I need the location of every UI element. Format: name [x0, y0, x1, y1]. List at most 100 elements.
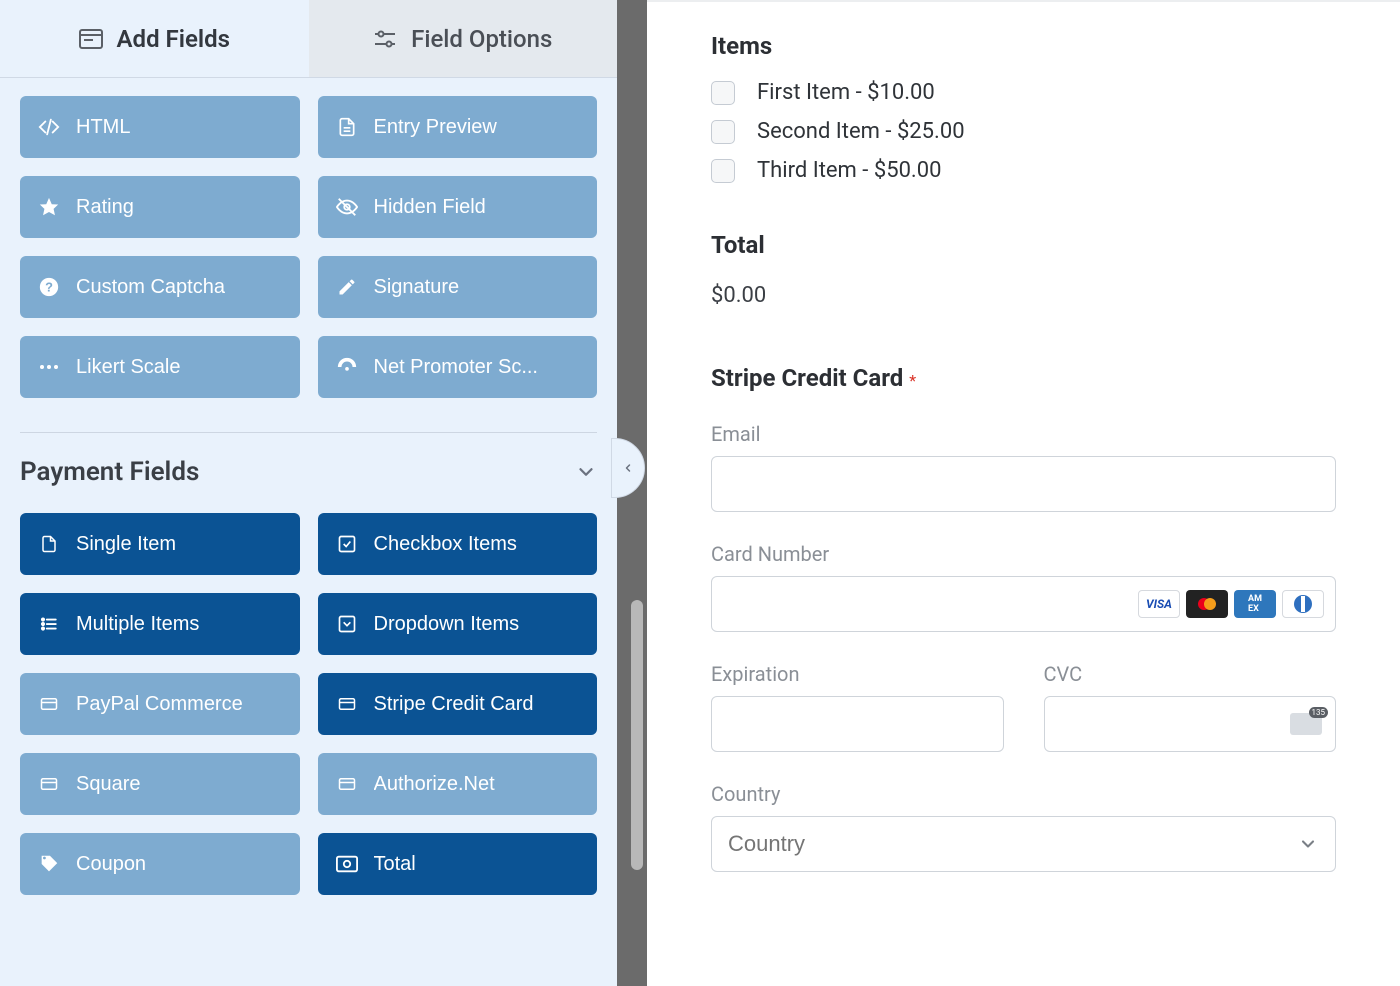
- chevron-down-icon: [575, 461, 597, 483]
- field-button[interactable]: HTML: [20, 96, 300, 158]
- dots-icon: [38, 356, 60, 378]
- tab-add-fields[interactable]: Add Fields: [0, 0, 309, 77]
- field-button[interactable]: PayPal Commerce: [20, 673, 300, 735]
- amex-icon: AMEX: [1234, 590, 1276, 618]
- field-button-label: PayPal Commerce: [76, 693, 243, 716]
- field-button-label: Coupon: [76, 853, 146, 876]
- divider: [20, 432, 597, 433]
- tab-field-options-label: Field Options: [411, 25, 552, 53]
- exp-cvc-row: Expiration CVC: [711, 632, 1336, 752]
- builder-sidebar: Add Fields Field Options HTML Entry Previ…: [0, 0, 617, 986]
- item-checkbox[interactable]: [711, 159, 735, 183]
- field-button-label: Total: [374, 853, 416, 876]
- visa-icon: VISA: [1138, 590, 1180, 618]
- sidebar-body: HTML Entry Preview Rating Hidden Field? Cust…: [0, 78, 617, 986]
- scrollbar-thumb[interactable]: [631, 600, 643, 870]
- fancy-fields-grid: HTML Entry Preview Rating Hidden Field? Cust…: [20, 96, 597, 398]
- item-checkbox[interactable]: [711, 120, 735, 144]
- card-icon: [336, 773, 358, 795]
- field-button[interactable]: Total: [318, 833, 598, 895]
- diners-icon: [1282, 590, 1324, 618]
- field-button-label: Square: [76, 773, 141, 796]
- items-heading: Items: [711, 32, 1336, 60]
- field-button[interactable]: Checkbox Items: [318, 513, 598, 575]
- field-button[interactable]: Multiple Items: [20, 593, 300, 655]
- form-preview: Items First Item - $10.00 Second Item - $…: [647, 0, 1400, 986]
- svg-text:?: ?: [45, 280, 53, 295]
- item-checkbox[interactable]: [711, 81, 735, 105]
- field-button[interactable]: Single Item: [20, 513, 300, 575]
- field-button-label: Net Promoter Sc...: [374, 356, 539, 379]
- file-icon: [38, 533, 60, 555]
- field-button-label: Hidden Field: [374, 196, 486, 219]
- country-select[interactable]: [711, 816, 1336, 872]
- cvc-wrap: [1044, 696, 1337, 752]
- gauge-icon: [336, 356, 358, 378]
- cvc-card-icon: [1290, 713, 1322, 735]
- expiration-label: Expiration: [711, 662, 1004, 686]
- card-icon: [38, 773, 60, 795]
- field-button[interactable]: Authorize.Net: [318, 753, 598, 815]
- field-button-label: Rating: [76, 196, 134, 219]
- field-button-label: Likert Scale: [76, 356, 181, 379]
- tab-field-options[interactable]: Field Options: [309, 0, 618, 77]
- total-amount: $0.00: [711, 283, 1336, 308]
- field-button-label: HTML: [76, 116, 130, 139]
- cvc-label: CVC: [1044, 662, 1337, 686]
- expiration-field[interactable]: [711, 696, 1004, 752]
- item-label: Second Item - $25.00: [757, 119, 965, 144]
- stripe-heading: Stripe Credit Card*: [711, 364, 1336, 392]
- code-icon: [38, 116, 60, 138]
- field-button-label: Authorize.Net: [374, 773, 495, 796]
- email-field[interactable]: [711, 456, 1336, 512]
- field-button-label: Custom Captcha: [76, 276, 225, 299]
- total-block: Total $0.00: [711, 231, 1336, 308]
- field-button[interactable]: Stripe Credit Card: [318, 673, 598, 735]
- field-button[interactable]: Square: [20, 753, 300, 815]
- required-asterisk: *: [909, 371, 916, 390]
- country-label: Country: [711, 782, 1336, 806]
- sliders-icon: [373, 27, 397, 51]
- payment-fields-title: Payment Fields: [20, 457, 199, 487]
- mastercard-icon: [1186, 590, 1228, 618]
- collapse-sidebar-button[interactable]: [611, 438, 645, 498]
- item-label: Third Item - $50.00: [757, 158, 941, 183]
- field-button-label: Signature: [374, 276, 460, 299]
- card-brand-icons: VISA AMEX: [1138, 590, 1324, 618]
- payment-fields-grid: Single Item Checkbox Items Multiple Items D…: [20, 513, 597, 895]
- form-icon: [79, 27, 103, 51]
- field-button-label: Single Item: [76, 533, 176, 556]
- check-square-icon: [336, 533, 358, 555]
- card-icon: [336, 693, 358, 715]
- field-button[interactable]: Coupon: [20, 833, 300, 895]
- field-button[interactable]: Entry Preview: [318, 96, 598, 158]
- star-icon: [38, 196, 60, 218]
- total-heading: Total: [711, 231, 1336, 259]
- tag-icon: [38, 853, 60, 875]
- email-label: Email: [711, 422, 1336, 446]
- panel-gutter: [617, 0, 647, 986]
- field-button-label: Entry Preview: [374, 116, 497, 139]
- country-select-wrap: [711, 816, 1336, 872]
- field-button[interactable]: Hidden Field: [318, 176, 598, 238]
- card-number-label: Card Number: [711, 542, 1336, 566]
- eye-off-icon: [336, 196, 358, 218]
- field-button[interactable]: Dropdown Items: [318, 593, 598, 655]
- field-button[interactable]: ? Custom Captcha: [20, 256, 300, 318]
- money-icon: [336, 853, 358, 875]
- field-button[interactable]: Likert Scale: [20, 336, 300, 398]
- caret-square-icon: [336, 613, 358, 635]
- field-button-label: Multiple Items: [76, 613, 199, 636]
- field-button[interactable]: Net Promoter Sc...: [318, 336, 598, 398]
- payment-fields-header[interactable]: Payment Fields: [20, 457, 597, 487]
- item-row: Third Item - $50.00: [711, 158, 1336, 183]
- field-button[interactable]: Rating: [20, 176, 300, 238]
- card-icon: [38, 693, 60, 715]
- document-icon: [336, 116, 358, 138]
- item-row: First Item - $10.00: [711, 80, 1336, 105]
- question-icon: ?: [38, 276, 60, 298]
- tab-add-fields-label: Add Fields: [117, 25, 230, 53]
- field-button-label: Stripe Credit Card: [374, 693, 534, 716]
- item-label: First Item - $10.00: [757, 80, 935, 105]
- field-button[interactable]: Signature: [318, 256, 598, 318]
